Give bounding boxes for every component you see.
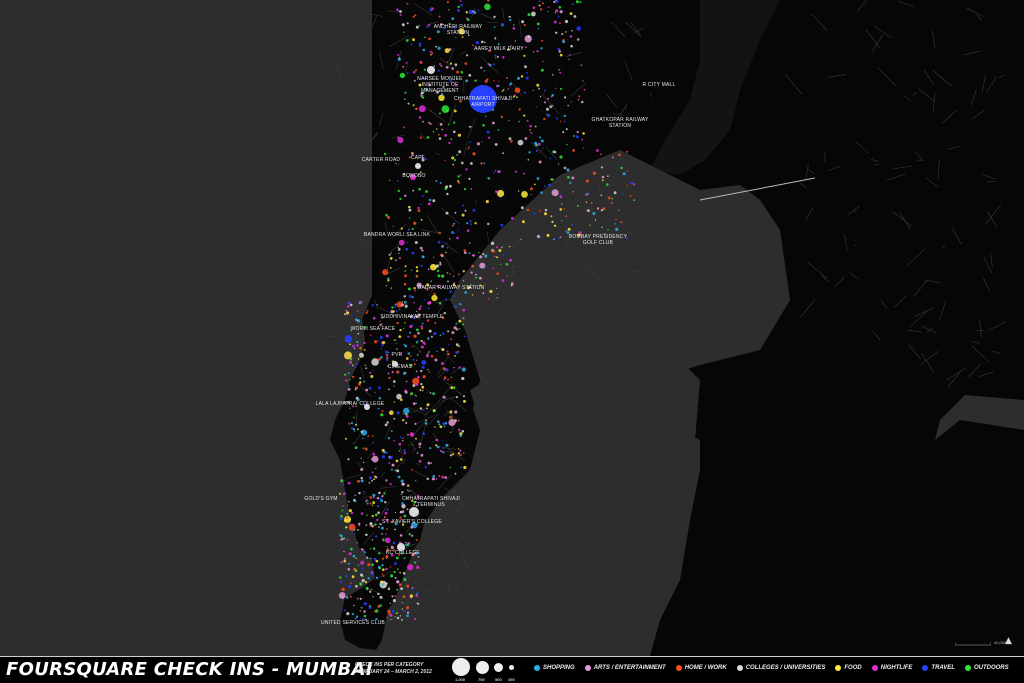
place-label: WORLI SEA FACE: [350, 326, 396, 332]
legend-label: OUTDOORS: [973, 665, 1009, 671]
legend-item-outdoors: OUTDOORS: [964, 665, 1009, 671]
legend-dot: [922, 665, 929, 671]
legend-item-nightlife: NIGHTLIFE: [871, 665, 913, 671]
subtitle-line2: FEBRUARY 24 – MARCH 2, 2012: [355, 669, 432, 675]
legend-dot: [675, 665, 682, 671]
subtitle-line1: CHECK INS PER CATEGORY: [355, 662, 424, 668]
place-label: CINEMAS: [387, 364, 413, 370]
legend-item-food: FOOD: [835, 665, 862, 671]
size-label: 250: [508, 677, 515, 682]
place-label: ANDHERI RAILWAY STATION: [433, 24, 483, 36]
legend-item-home-work: HOME / WORK: [675, 665, 727, 671]
place-label: CHHATRAPATI SHIVAJI AIRPORT: [454, 96, 512, 108]
place-label: NARSEE MONJEE INSTITUTE OF MANAGEMENT: [417, 76, 463, 94]
size-circle-500: [494, 663, 503, 672]
place-label: BANDRA WORLI SEA LINK: [363, 232, 431, 238]
place-label: SIDDHIVINAYAK TEMPLE: [380, 314, 444, 320]
north-arrow-icon: ▲: [1005, 636, 1012, 646]
place-label: CHHATRAPATI SHIVAJI TERMINUS: [402, 496, 460, 508]
place-label: BOMBAY PRESIDENCY GOLF CLUB: [568, 234, 628, 246]
place-label: CAFE: [410, 155, 426, 161]
scale-bar: [955, 642, 991, 646]
size-circle-250: [509, 665, 514, 670]
legend-label: FOOD: [844, 665, 862, 671]
place-label: PVR: [391, 352, 403, 358]
place-label: ST. XAVIER'S COLLEGE: [382, 519, 442, 525]
legend-dot: [835, 665, 842, 671]
place-label: UNITED SERVICES CLUB: [321, 620, 385, 626]
legend-dot: [584, 665, 591, 671]
legend-label: HOME / WORK: [684, 665, 727, 671]
place-label: DADAR RAILWAY STATION: [417, 285, 485, 291]
map-subtitle: CHECK INS PER CATEGORY FEBRUARY 24 – MAR…: [355, 662, 432, 676]
legend-label: SHOPPING: [543, 665, 575, 671]
legend-dot: [964, 665, 971, 671]
size-label: 500: [495, 677, 502, 682]
size-label: 750: [478, 677, 485, 682]
place-label: KC COLLEGE: [386, 550, 420, 556]
legend-dot: [534, 665, 540, 671]
place-label: GHATKOPAR RAILWAY STATION: [591, 117, 649, 129]
legend-label: ARTS / ENTERTAINMENT: [593, 665, 666, 671]
place-label: AAREY MILK DAIRY: [474, 46, 524, 52]
legend-label: COLLEGES / UNIVERSITIES: [745, 665, 826, 671]
size-legend: 1,000 750 500 250: [450, 658, 522, 683]
size-label: 1,000: [455, 677, 466, 682]
legend-item-arts: ARTS / ENTERTAINMENT: [584, 665, 666, 671]
legend-footer: FOURSQUARE CHECK INS - MUMBAI CHECK INS …: [0, 656, 1024, 683]
legend-item-colleges: COLLEGES / UNIVERSITIES: [736, 665, 826, 671]
map-title: FOURSQUARE CHECK INS - MUMBAI: [6, 659, 373, 680]
place-label: CARTER ROAD: [361, 157, 401, 163]
legend-item-shopping: SHOPPING: [534, 665, 575, 671]
place-label: BONOBO: [402, 173, 426, 179]
size-circle-750: [476, 661, 489, 674]
legend-dot: [736, 665, 743, 671]
legend-label: NIGHTLIFE: [880, 665, 913, 671]
size-circle-1000: [452, 658, 470, 676]
place-label: LALA LAJPATRAI COLLEGE: [315, 401, 385, 407]
legend-dot: [871, 665, 878, 671]
legend-label: TRAVEL: [931, 665, 955, 671]
legend-item-travel: TRAVEL: [922, 665, 955, 671]
place-label: R CITY MALL: [642, 82, 676, 88]
category-legend: SHOPPING ARTS / ENTERTAINMENT HOME / WOR…: [534, 665, 1009, 671]
place-label: GOLD'S GYM: [304, 496, 338, 502]
